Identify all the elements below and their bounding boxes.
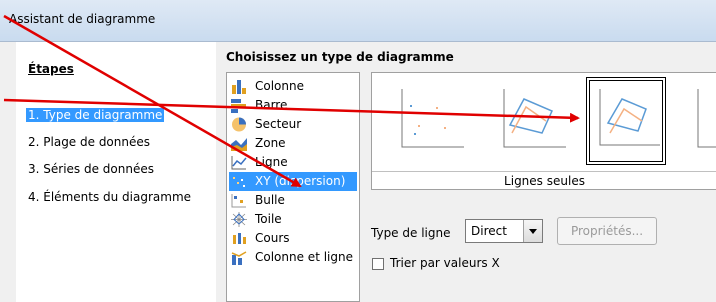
xy-scatter-chart-icon [233, 177, 245, 187]
chart-type-net[interactable]: Toile [229, 210, 357, 229]
sort-by-x-checkbox[interactable] [372, 258, 384, 270]
line-type-select[interactable]: Direct [465, 219, 543, 243]
net-chart-icon [231, 212, 247, 227]
variant-lines-only[interactable] [586, 77, 666, 165]
steps-panel: Étapes 1. Type de diagramme 2. Plage de … [16, 42, 216, 302]
variant-points-only[interactable] [388, 77, 468, 165]
properties-button[interactable]: Propriétés... [557, 217, 657, 245]
chart-type-bubble[interactable]: Bulle [229, 191, 357, 210]
chart-type-xy-scatter[interactable]: XY (dispersion) [229, 172, 357, 191]
variant-label: Lignes seules [372, 171, 716, 190]
chart-type-bar[interactable]: Barre [229, 96, 357, 115]
window-title: Assistant de diagramme [9, 12, 156, 26]
step-chart-elements[interactable]: 4. Éléments du diagramme [28, 190, 191, 204]
variant-3d-lines[interactable] [688, 77, 716, 165]
area-chart-icon [231, 138, 247, 151]
line-type-label: Type de ligne [371, 226, 451, 240]
chart-type-list[interactable]: Colonne Barre Secteur Zone Ligne XY (dis… [226, 72, 360, 302]
bar-chart-icon [231, 99, 246, 113]
column-chart-icon [232, 80, 246, 94]
chevron-down-icon[interactable] [523, 220, 542, 242]
chart-type-area[interactable]: Zone [229, 134, 357, 153]
line-chart-icon [231, 156, 247, 170]
chart-type-heading: Choisissez un type de diagramme [226, 50, 454, 64]
step-chart-type[interactable]: 1. Type de diagramme [26, 108, 165, 122]
pie-chart-icon [232, 117, 246, 132]
column-line-chart-icon [231, 251, 247, 265]
step-data-series[interactable]: 3. Séries de données [28, 162, 154, 176]
chart-type-column[interactable]: Colonne [229, 77, 357, 96]
chart-type-pie[interactable]: Secteur [229, 115, 357, 134]
chart-type-stock[interactable]: Cours [229, 229, 357, 248]
steps-heading: Étapes [28, 62, 74, 76]
window-titlebar[interactable]: Assistant de diagramme [0, 0, 716, 42]
sort-by-x-label: Trier par valeurs X [390, 256, 500, 270]
bubble-chart-icon [231, 194, 246, 208]
chart-type-column-line[interactable]: Colonne et ligne [229, 248, 357, 267]
variant-points-and-lines[interactable] [490, 77, 570, 165]
stock-chart-icon [233, 233, 246, 244]
step-data-range[interactable]: 2. Plage de données [28, 135, 150, 149]
chart-type-line[interactable]: Ligne [229, 153, 357, 172]
line-type-value: Direct [471, 224, 507, 238]
chart-variant-panel: Lignes seules [371, 72, 716, 190]
